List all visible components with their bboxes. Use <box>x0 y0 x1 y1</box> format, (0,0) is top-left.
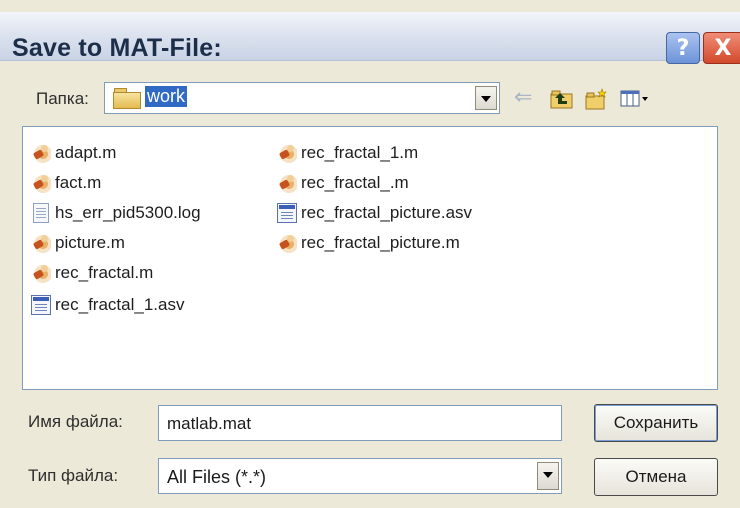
matlab-m-icon <box>31 173 51 193</box>
filename-value: matlab.mat <box>167 414 252 433</box>
filetype-value: All Files (*.*) <box>167 467 267 487</box>
save-dialog: Save to MAT-File: ? X Папка: work ⇐ adap… <box>0 0 740 508</box>
close-button[interactable]: X <box>703 32 740 64</box>
log-file-icon <box>33 203 49 223</box>
file-name: rec_fractal.m <box>55 263 154 282</box>
matlab-m-icon <box>277 233 297 253</box>
file-name: rec_fractal_picture.asv <box>301 203 473 222</box>
filename-input[interactable]: matlab.mat <box>158 405 562 441</box>
matlab-m-icon <box>277 173 297 193</box>
folder-combo[interactable]: work <box>104 82 500 114</box>
file-name: picture.m <box>55 233 125 252</box>
folder-name: work <box>145 86 188 107</box>
save-button[interactable]: Сохранить <box>594 404 718 442</box>
cancel-button[interactable]: Отмена <box>594 458 718 496</box>
view-menu-icon[interactable] <box>620 88 650 110</box>
new-folder-icon[interactable] <box>585 88 609 110</box>
help-button[interactable]: ? <box>666 32 700 64</box>
asv-file-icon <box>31 295 51 315</box>
asv-file-icon <box>277 203 297 223</box>
chevron-down-icon[interactable] <box>537 462 559 490</box>
folder-icon <box>113 88 141 109</box>
file-name: hs_err_pid5300.log <box>55 203 201 222</box>
file-name: adapt.m <box>55 143 117 162</box>
matlab-m-icon <box>31 263 51 283</box>
file-name: rec_fractal_.m <box>301 173 409 192</box>
back-arrow-icon[interactable]: ⇐ <box>514 87 536 110</box>
filename-label: Имя файла: <box>28 412 123 431</box>
window-title: Save to MAT-File: <box>12 34 222 62</box>
file-name: rec_fractal_1.m <box>301 143 419 162</box>
matlab-m-icon <box>277 143 297 163</box>
folder-label: Папка: <box>36 89 89 108</box>
filetype-label: Тип файла: <box>28 466 119 485</box>
matlab-m-icon <box>31 233 51 253</box>
file-list[interactable]: adapt.m fact.m hs_err_pid5300.log pictur… <box>22 126 718 390</box>
up-folder-icon[interactable] <box>550 88 574 110</box>
chevron-down-icon[interactable] <box>475 86 497 110</box>
file-name: rec_fractal_picture.m <box>301 233 460 252</box>
file-name: rec_fractal_1.asv <box>55 295 185 314</box>
matlab-m-icon <box>31 143 51 163</box>
filetype-combo[interactable]: All Files (*.*) <box>158 458 562 494</box>
title-bar[interactable]: Save to MAT-File: ? X <box>0 12 740 64</box>
file-name: fact.m <box>55 173 102 192</box>
